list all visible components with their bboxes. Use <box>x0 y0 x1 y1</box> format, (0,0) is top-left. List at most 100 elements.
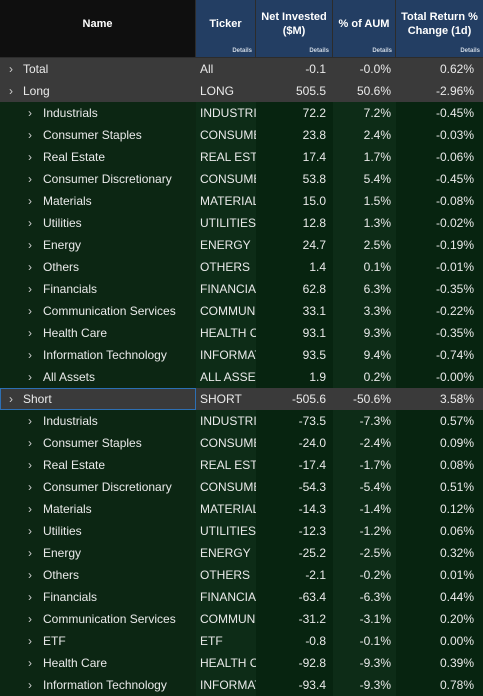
total-return-cell[interactable]: -0.35% <box>396 322 483 344</box>
ticker-cell[interactable]: CONSUMER STAPLES <box>196 124 256 146</box>
name-cell[interactable]: › Information Technology <box>0 674 196 696</box>
name-cell[interactable]: › Real Estate <box>0 454 196 476</box>
table-row[interactable]: › Energy ENERGY -25.2 -2.5% 0.32% <box>0 542 483 564</box>
column-header-name[interactable]: Name <box>0 0 196 57</box>
ticker-cell[interactable]: MATERIALS <box>196 498 256 520</box>
net-invested-cell[interactable]: 72.2 <box>256 102 333 124</box>
name-cell[interactable]: › Consumer Discretionary <box>0 168 196 190</box>
net-invested-cell[interactable]: -12.3 <box>256 520 333 542</box>
pct-aum-cell[interactable]: -0.1% <box>333 630 396 652</box>
table-row[interactable]: › ETF ETF -0.8 -0.1% 0.00% <box>0 630 483 652</box>
net-invested-cell[interactable]: 1.9 <box>256 366 333 388</box>
ticker-cell[interactable]: LONG <box>196 80 256 102</box>
total-return-cell[interactable]: 0.32% <box>396 542 483 564</box>
chevron-right-icon[interactable]: › <box>24 586 36 608</box>
total-return-cell[interactable]: 0.20% <box>396 608 483 630</box>
net-invested-cell[interactable]: -0.1 <box>256 58 333 80</box>
chevron-right-icon[interactable]: › <box>5 80 17 102</box>
chevron-right-icon[interactable]: › <box>24 278 36 300</box>
total-return-cell[interactable]: -0.35% <box>396 278 483 300</box>
pct-aum-cell[interactable]: 1.5% <box>333 190 396 212</box>
net-invested-cell[interactable]: 53.8 <box>256 168 333 190</box>
table-row[interactable]: › Utilities UTILITIES -12.3 -1.2% 0.06% <box>0 520 483 542</box>
net-invested-cell[interactable]: 93.5 <box>256 344 333 366</box>
pct-aum-cell[interactable]: -0.0% <box>333 58 396 80</box>
ticker-cell[interactable]: FINANCIALS <box>196 278 256 300</box>
chevron-right-icon[interactable]: › <box>24 190 36 212</box>
net-invested-cell[interactable]: -505.6 <box>256 388 333 410</box>
ticker-cell[interactable]: SHORT <box>196 388 256 410</box>
net-invested-cell[interactable]: 15.0 <box>256 190 333 212</box>
net-invested-cell[interactable]: -25.2 <box>256 542 333 564</box>
table-row[interactable]: › Materials MATERIALS15.01.5%-0.08% <box>0 190 483 212</box>
total-return-cell[interactable]: -0.74% <box>396 344 483 366</box>
total-return-cell[interactable]: 0.09% <box>396 432 483 454</box>
ticker-cell[interactable]: REAL ESTATE <box>196 146 256 168</box>
net-invested-cell[interactable]: -31.2 <box>256 608 333 630</box>
table-row[interactable]: › Utilities UTILITIES 12.8 1.3% -0.02% <box>0 212 483 234</box>
chevron-right-icon[interactable]: › <box>24 124 36 146</box>
name-cell[interactable]: › Industrials <box>0 102 196 124</box>
table-row[interactable]: › Others OTHERS -2.1 -0.2% 0.01% <box>0 564 483 586</box>
name-cell[interactable]: › Consumer Staples <box>0 124 196 146</box>
total-return-cell[interactable]: -0.19% <box>396 234 483 256</box>
chevron-right-icon[interactable]: › <box>5 58 17 80</box>
pct-aum-cell[interactable]: -50.6% <box>333 388 396 410</box>
net-invested-cell[interactable]: 1.4 <box>256 256 333 278</box>
table-row[interactable]: › Industrials INDUSTRIALS-73.5-7.3%0.57% <box>0 410 483 432</box>
name-cell[interactable]: › Short <box>0 388 196 410</box>
total-return-cell[interactable]: 0.78% <box>396 674 483 696</box>
pct-aum-cell[interactable]: -2.5% <box>333 542 396 564</box>
table-row[interactable]: › Energy ENERGY 24.7 2.5% -0.19% <box>0 234 483 256</box>
chevron-right-icon[interactable]: › <box>24 454 36 476</box>
ticker-cell[interactable]: ENERGY <box>196 234 256 256</box>
ticker-cell[interactable]: All <box>196 58 256 80</box>
net-invested-cell[interactable]: 23.8 <box>256 124 333 146</box>
name-cell[interactable]: › Utilities <box>0 520 196 542</box>
name-cell[interactable]: › Consumer Staples <box>0 432 196 454</box>
chevron-right-icon[interactable]: › <box>24 652 36 674</box>
pct-aum-cell[interactable]: -1.7% <box>333 454 396 476</box>
pct-aum-cell[interactable]: -3.1% <box>333 608 396 630</box>
net-invested-cell[interactable]: -2.1 <box>256 564 333 586</box>
pct-aum-cell[interactable]: 2.5% <box>333 234 396 256</box>
total-return-cell[interactable]: -2.96% <box>396 80 483 102</box>
name-cell[interactable]: › ETF <box>0 630 196 652</box>
total-return-cell[interactable]: -0.06% <box>396 146 483 168</box>
total-return-cell[interactable]: 0.00% <box>396 630 483 652</box>
table-row[interactable]: › Communication Services COMMUNICATION SER… <box>0 608 483 630</box>
pct-aum-cell[interactable]: 50.6% <box>333 80 396 102</box>
ticker-cell[interactable]: ALL ASSETS <box>196 366 256 388</box>
net-invested-details-link[interactable]: Details <box>309 48 329 54</box>
table-row[interactable]: › Communication Services COMMUNICATION SER… <box>0 300 483 322</box>
chevron-right-icon[interactable]: › <box>24 102 36 124</box>
chevron-right-icon[interactable]: › <box>24 674 36 696</box>
total-return-details-link[interactable]: Details <box>460 48 480 54</box>
net-invested-cell[interactable]: -93.4 <box>256 674 333 696</box>
name-cell[interactable]: › Health Care <box>0 322 196 344</box>
total-return-cell[interactable]: 0.44% <box>396 586 483 608</box>
pct-aum-cell[interactable]: -5.4% <box>333 476 396 498</box>
chevron-right-icon[interactable]: › <box>24 630 36 652</box>
pct-aum-cell[interactable]: -1.2% <box>333 520 396 542</box>
ticker-cell[interactable]: UTILITIES <box>196 520 256 542</box>
ticker-cell[interactable]: HEALTH CARE <box>196 322 256 344</box>
total-return-cell[interactable]: -0.00% <box>396 366 483 388</box>
chevron-right-icon[interactable]: › <box>24 300 36 322</box>
ticker-cell[interactable]: CONSUMER STAPLES <box>196 432 256 454</box>
ticker-details-link[interactable]: Details <box>232 48 252 54</box>
ticker-cell[interactable]: MATERIALS <box>196 190 256 212</box>
chevron-right-icon[interactable]: › <box>24 410 36 432</box>
net-invested-cell[interactable]: -73.5 <box>256 410 333 432</box>
table-row[interactable]: › Industrials INDUSTRIALS72.27.2%-0.45% <box>0 102 483 124</box>
net-invested-cell[interactable]: 17.4 <box>256 146 333 168</box>
name-cell[interactable]: › Long <box>0 80 196 102</box>
ticker-cell[interactable]: CONSUMER DISCRETIONARY <box>196 168 256 190</box>
pct-aum-cell[interactable]: 2.4% <box>333 124 396 146</box>
total-return-cell[interactable]: 0.62% <box>396 58 483 80</box>
chevron-right-icon[interactable]: › <box>24 212 36 234</box>
pct-aum-cell[interactable]: 5.4% <box>333 168 396 190</box>
net-invested-cell[interactable]: -92.8 <box>256 652 333 674</box>
name-cell[interactable]: › Consumer Discretionary <box>0 476 196 498</box>
pct-aum-cell[interactable]: 0.2% <box>333 366 396 388</box>
